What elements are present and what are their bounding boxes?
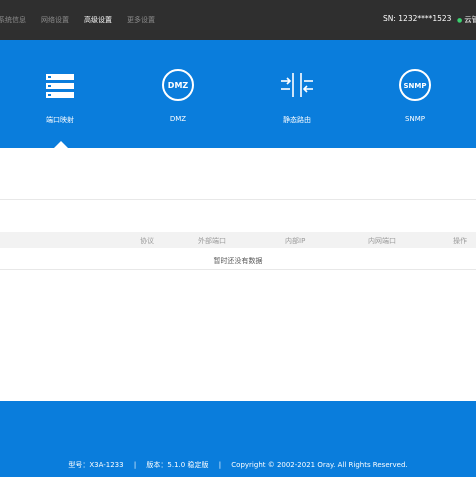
copyright-text: Copyright © 2002-2021 Oray. All Rights R… — [231, 461, 408, 469]
footer-separator: | — [218, 461, 222, 469]
nav-item-advanced-settings[interactable]: 高级设置 — [84, 15, 112, 25]
column-actions: 操作 — [453, 237, 467, 245]
model-text: 型号：X3A-1233 — [68, 461, 124, 469]
cloud-status[interactable]: ● 云管 — [457, 14, 476, 25]
snmp-icon: SNMP — [399, 69, 431, 101]
column-internal-ip: 内部IP — [285, 237, 306, 245]
server-icon — [46, 74, 74, 98]
dmz-icon: DMZ — [162, 69, 194, 101]
nav-item-more-settings[interactable]: 更多设置 — [127, 15, 155, 25]
status-dot-icon: ● — [457, 17, 463, 24]
nav-item-network-settings[interactable]: 网络设置 — [41, 15, 69, 25]
cloud-status-label: 云管 — [464, 15, 476, 24]
snmp-icon-text: SNMP — [404, 82, 427, 90]
nav-item-system-info[interactable]: 系统信息 — [0, 15, 26, 25]
column-internal-port: 内网端口 — [368, 237, 396, 245]
content-toolbar — [0, 148, 476, 200]
column-external-port: 外部端口 — [198, 237, 226, 245]
main-nav: 系统信息 网络设置 高级设置 更多设置 — [0, 0, 170, 40]
serial-number: SN: 1232****1523 — [383, 14, 452, 23]
empty-state-text: 暂时还没有数据 — [213, 257, 263, 265]
route-arrows-icon — [281, 73, 313, 97]
feature-snmp[interactable]: SNMP SNMP — [375, 68, 455, 138]
feature-label-port-mapping: 端口映射 — [46, 116, 74, 124]
feature-dmz[interactable]: DMZ DMZ — [138, 68, 218, 138]
feature-label-static-route: 静态路由 — [283, 116, 311, 124]
feature-label-snmp: SNMP — [405, 115, 425, 123]
footer-info: 型号：X3A-1233 | 版本：5.1.0 稳定版 | Copyright ©… — [0, 460, 476, 470]
top-navigation-bar: 系统信息 网络设置 高级设置 更多设置 SN: 1232****1523 ● 云管 — [0, 0, 476, 40]
feature-banner: 端口映射 DMZ DMZ 静态路由 SNMP SNMP — [0, 40, 476, 148]
feature-port-mapping[interactable]: 端口映射 — [20, 68, 100, 138]
active-feature-indicator — [54, 141, 68, 148]
table-header: 协议 外部端口 内部IP 内网端口 操作 — [0, 232, 476, 248]
footer: 型号：X3A-1233 | 版本：5.1.0 稳定版 | Copyright ©… — [0, 401, 476, 477]
dmz-icon-text: DMZ — [168, 81, 189, 90]
column-protocol: 协议 — [140, 237, 154, 245]
footer-separator: | — [133, 461, 137, 469]
table-empty-row: 暂时还没有数据 — [0, 248, 476, 270]
feature-static-route[interactable]: 静态路由 — [257, 68, 337, 138]
version-text: 版本：5.1.0 稳定版 — [146, 461, 209, 469]
feature-label-dmz: DMZ — [169, 115, 187, 123]
